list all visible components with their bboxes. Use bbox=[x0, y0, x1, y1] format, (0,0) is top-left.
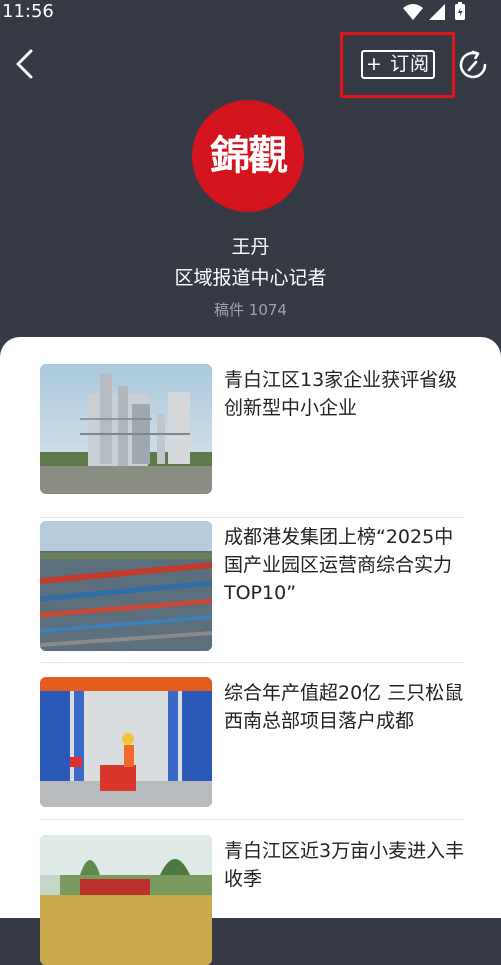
article-title: 青白江区13家企业获评省级创新型中小企业 bbox=[224, 369, 458, 419]
battery-icon bbox=[455, 2, 465, 20]
status-time: 11:56 bbox=[2, 1, 54, 22]
list-item[interactable]: 综合年产值超20亿 三只松鼠西南总部项目落户成都 bbox=[40, 677, 464, 807]
author-logo: 錦觀 bbox=[192, 100, 304, 212]
wifi-icon bbox=[403, 4, 423, 20]
article-title: 青白江区近3万亩小麦进入丰收季 bbox=[224, 840, 465, 890]
subscribe-button[interactable]: + 订阅 bbox=[361, 50, 435, 79]
author-title: 区域报道中心记者 bbox=[174, 267, 327, 289]
article-list: 青白江区13家企业获评省级创新型中小企业 成都港发集团上榜“2025中国产业园区… bbox=[0, 337, 501, 965]
article-thumbnail bbox=[40, 677, 212, 807]
list-item[interactable]: 青白江区13家企业获评省级创新型中小企业 bbox=[40, 364, 464, 494]
back-button[interactable] bbox=[12, 48, 40, 80]
signal-icon bbox=[429, 4, 445, 20]
article-thumbnail bbox=[40, 521, 212, 651]
list-item[interactable]: 青白江区近3万亩小麦进入丰收季 bbox=[40, 835, 464, 965]
post-count: 稿件 1074 bbox=[214, 301, 287, 319]
article-title: 综合年产值超20亿 三只松鼠西南总部项目落户成都 bbox=[224, 682, 464, 732]
status-icons bbox=[401, 2, 471, 27]
share-button[interactable] bbox=[456, 48, 490, 82]
article-title: 成都港发集团上榜“2025中国产业园区运营商综合实力TOP10” bbox=[224, 526, 454, 604]
article-thumbnail bbox=[40, 364, 212, 494]
divider bbox=[40, 819, 464, 820]
subscribe-highlight: + 订阅 bbox=[340, 32, 455, 98]
logo-text: 錦觀 bbox=[210, 132, 288, 179]
share-icon bbox=[459, 50, 487, 79]
header: + 订阅 bbox=[0, 30, 501, 100]
author-name: 王丹 bbox=[231, 236, 270, 258]
status-bar: 11:56 bbox=[0, 0, 501, 24]
list-item[interactable]: 成都港发集团上榜“2025中国产业园区运营商综合实力TOP10” bbox=[40, 521, 464, 651]
article-thumbnail bbox=[40, 835, 212, 965]
divider bbox=[40, 662, 464, 663]
divider bbox=[40, 517, 464, 518]
chevron-left-icon bbox=[16, 49, 33, 79]
